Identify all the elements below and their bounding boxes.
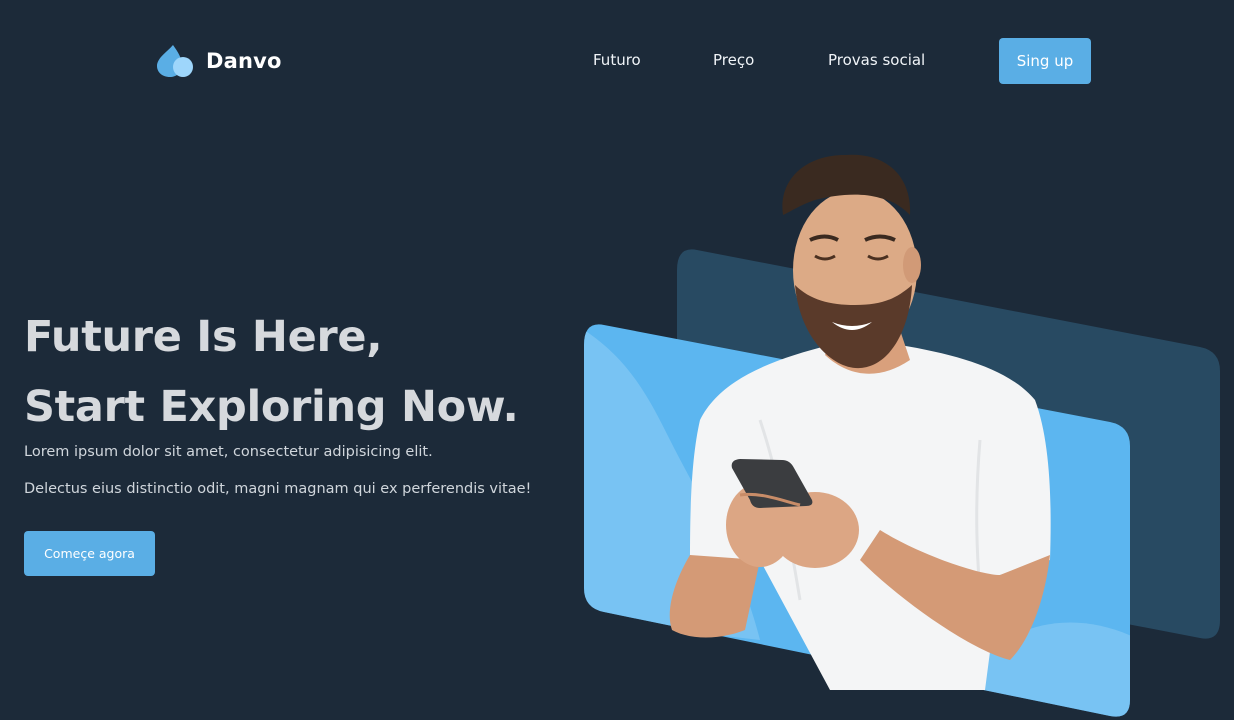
brand-name: Danvo [206, 49, 282, 73]
hero-title: Future Is Here, Start Exploring Now. [24, 302, 519, 442]
back-panel-shape [677, 249, 1220, 639]
water-drop-icon [157, 45, 193, 77]
nav-link-preco[interactable]: Preço [713, 51, 754, 69]
hero-description-line-2: Delectus eius distinctio odit, magni mag… [24, 481, 532, 497]
get-started-button[interactable]: Começe agora [24, 531, 155, 576]
person-image [669, 154, 1051, 690]
signup-button[interactable]: Sing up [999, 38, 1091, 84]
hero-description-line-1: Lorem ipsum dolor sit amet, consectetur … [24, 444, 433, 460]
nav-link-provas-social[interactable]: Provas social [828, 51, 925, 69]
front-panel-shape [584, 324, 1130, 717]
nav-link-futuro[interactable]: Futuro [593, 51, 641, 69]
brand-logo[interactable]: Danvo [156, 44, 282, 78]
hero-title-line-2: Start Exploring Now. [24, 382, 519, 432]
hero-title-line-1: Future Is Here, [24, 312, 383, 362]
landing-page: Danvo Futuro Preço Provas social Sing up [0, 0, 1234, 720]
